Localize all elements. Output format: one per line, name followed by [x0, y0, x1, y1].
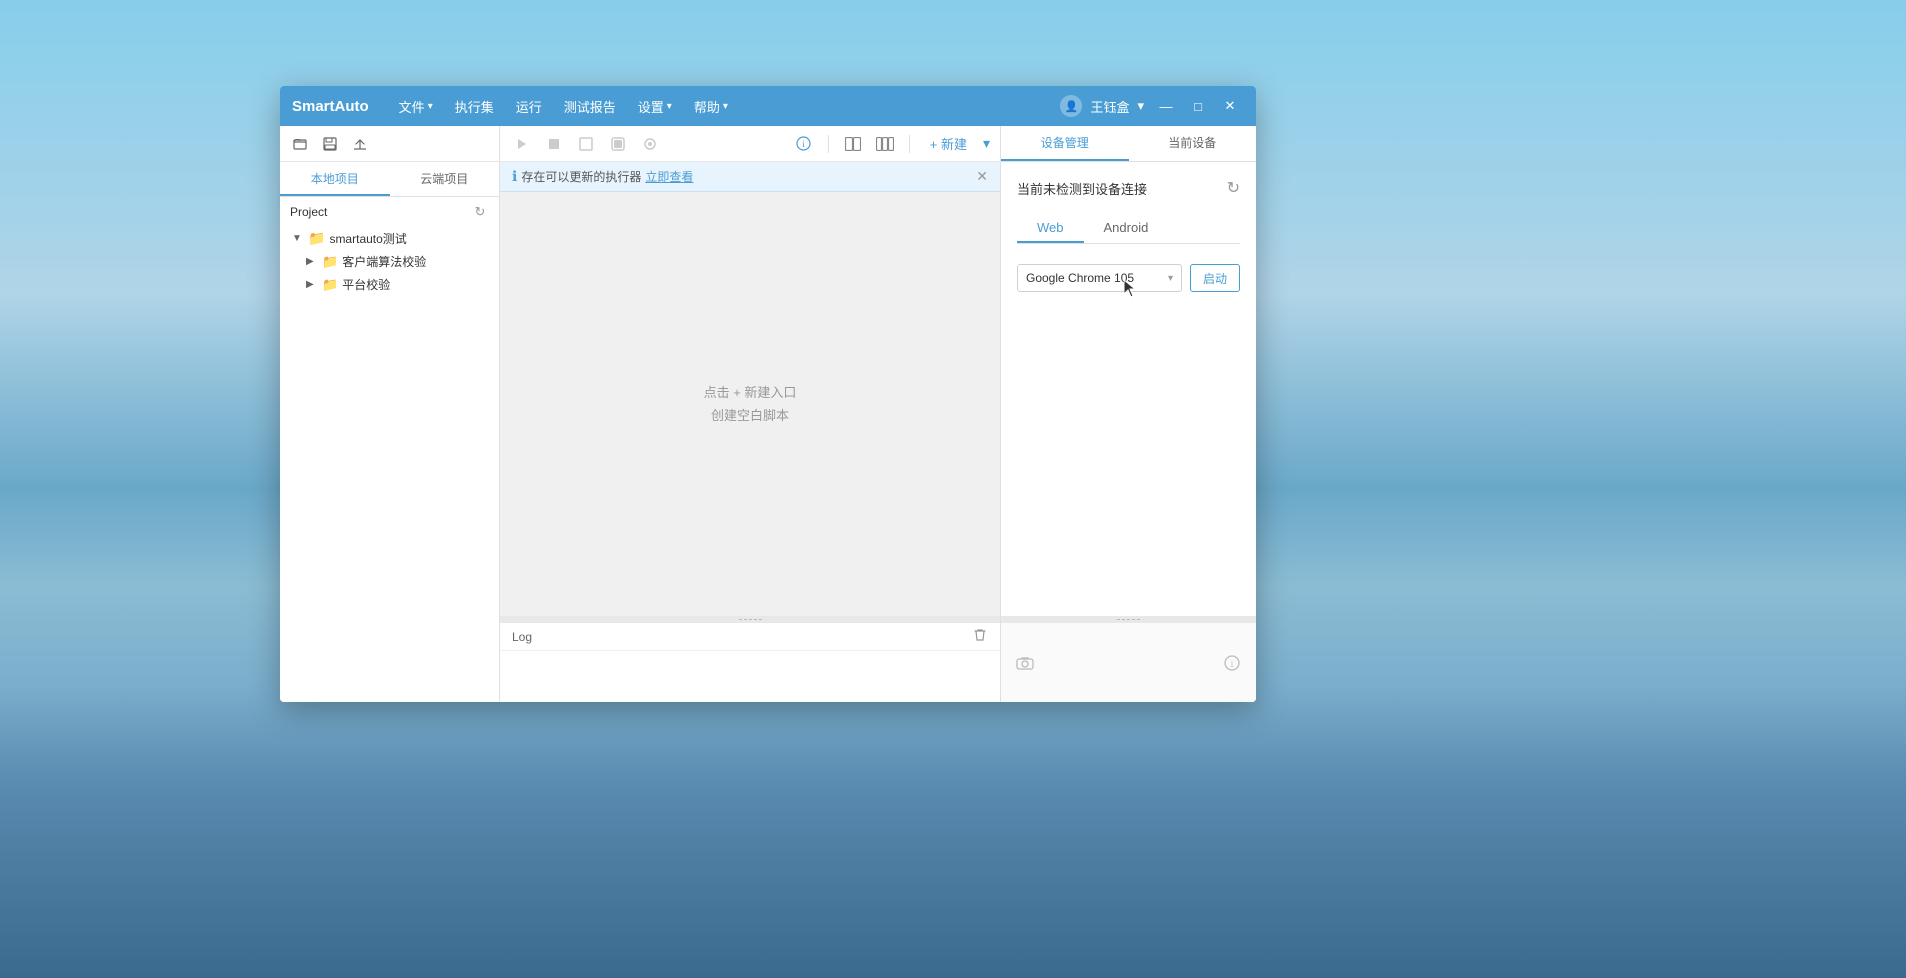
- menu-bar: 文件 ▾ 执行集 运行 测试报告 设置 ▾ 帮助 ▾: [389, 93, 1061, 120]
- stop-button[interactable]: [542, 132, 566, 156]
- project-label: Project: [290, 205, 327, 219]
- script-hint: 点击 + 新建入口 创建空白脚本: [704, 381, 797, 428]
- browser-select-value: Google Chrome 105: [1026, 271, 1134, 285]
- right-divider-handle: [1114, 619, 1144, 620]
- app-logo: SmartAuto: [292, 98, 369, 115]
- folder-icon-child2: 📁: [322, 277, 338, 293]
- export-button[interactable]: [348, 132, 372, 156]
- new-button[interactable]: + 新建: [922, 131, 975, 156]
- main-content: 本地项目 云端项目 Project ↻ ▼ 📁 smartauto测试 ▶ 📁 …: [280, 126, 1256, 702]
- svg-text:i: i: [1231, 659, 1234, 669]
- layout-2col-button[interactable]: [841, 132, 865, 156]
- step-button[interactable]: [574, 132, 598, 156]
- notification-text: 存在可以更新的执行器: [521, 168, 641, 185]
- tab-web[interactable]: Web: [1017, 214, 1084, 243]
- window-controls: — □ ✕: [1152, 92, 1244, 120]
- layout-3col-button[interactable]: [873, 132, 897, 156]
- select-dropdown-arrow: ▾: [1168, 273, 1173, 284]
- title-bar: SmartAuto 文件 ▾ 执行集 运行 测试报告 设置 ▾ 帮助 ▾: [280, 86, 1256, 126]
- right-panel-tabs: 设备管理 当前设备: [1001, 126, 1256, 162]
- save-button[interactable]: [318, 132, 342, 156]
- sidebar: 本地项目 云端项目 Project ↻ ▼ 📁 smartauto测试 ▶ 📁 …: [280, 126, 500, 702]
- menu-file[interactable]: 文件 ▾: [389, 93, 443, 120]
- device-refresh-button[interactable]: ↻: [1227, 178, 1240, 198]
- log-clear-button[interactable]: [972, 627, 988, 646]
- menu-settings[interactable]: 设置 ▾: [628, 93, 682, 120]
- device-status-row: 当前未检测到设备连接 ↻: [1017, 178, 1240, 198]
- expand-arrow-child1: ▶: [306, 256, 318, 267]
- tab-local-project[interactable]: 本地项目: [280, 162, 390, 196]
- tab-android[interactable]: Android: [1084, 214, 1169, 243]
- browser-select[interactable]: Google Chrome 105 ▾: [1017, 264, 1182, 292]
- user-arrow: ▾: [1137, 98, 1144, 114]
- refresh-button[interactable]: ↻: [471, 203, 489, 221]
- right-bottom-panel: i: [1001, 622, 1256, 702]
- project-header: Project ↻: [280, 197, 499, 227]
- device-info-button[interactable]: i: [1220, 651, 1244, 675]
- expand-arrow-root: ▼: [292, 233, 304, 244]
- close-button[interactable]: ✕: [1216, 92, 1244, 120]
- settings-button[interactable]: [638, 132, 662, 156]
- title-bar-right: 👤 王钰盒 ▾: [1060, 95, 1144, 117]
- screenshot-button[interactable]: [1013, 651, 1037, 675]
- tree-child1-label: 客户端算法校验: [342, 253, 426, 270]
- browser-row: Google Chrome 105 ▾ 启动: [1017, 264, 1240, 292]
- user-avatar: 👤: [1060, 95, 1082, 117]
- divider-handle: [735, 618, 765, 621]
- expand-arrow-child2: ▶: [306, 279, 318, 290]
- tree-child2-label: 平台校验: [342, 276, 390, 293]
- record-button[interactable]: [606, 132, 630, 156]
- user-name[interactable]: 王钰盒: [1090, 97, 1129, 116]
- start-button[interactable]: 启动: [1190, 264, 1240, 292]
- play-button[interactable]: [510, 132, 534, 156]
- menu-executeset[interactable]: 执行集: [445, 93, 504, 120]
- folder-icon-root: 📁: [308, 230, 325, 247]
- folder-icon-child1: 📁: [322, 254, 338, 270]
- sidebar-tabs: 本地项目 云端项目: [280, 162, 499, 197]
- toolbar-divider: [828, 135, 829, 153]
- tab-current-device[interactable]: 当前设备: [1129, 126, 1257, 161]
- new-dropdown-arrow[interactable]: ▾: [983, 135, 990, 152]
- log-label: Log: [512, 630, 532, 644]
- right-panel-content: 当前未检测到设备连接 ↻ Web Android Google Chrome 1…: [1001, 162, 1256, 616]
- menu-help[interactable]: 帮助 ▾: [684, 93, 738, 120]
- right-panel: 设备管理 当前设备 当前未检测到设备连接 ↻ Web Android Googl…: [1000, 126, 1256, 702]
- minimize-button[interactable]: —: [1152, 92, 1180, 120]
- toolbar-divider-2: [909, 135, 910, 153]
- maximize-button[interactable]: □: [1184, 92, 1212, 120]
- notification-bar: ℹ 存在可以更新的执行器 立即查看 ✕: [500, 162, 1000, 192]
- info-button[interactable]: i: [792, 132, 816, 156]
- menu-run[interactable]: 运行: [506, 93, 552, 120]
- tree-child-1[interactable]: ▶ 📁 客户端算法校验: [280, 250, 499, 273]
- log-header: Log: [500, 623, 1000, 651]
- menu-report[interactable]: 测试报告: [554, 93, 626, 120]
- tree-root[interactable]: ▼ 📁 smartauto测试: [280, 227, 499, 250]
- notification-close-button[interactable]: ✕: [976, 168, 988, 185]
- log-panel: Log: [500, 622, 1000, 702]
- script-area: 点击 + 新建入口 创建空白脚本: [500, 192, 1000, 616]
- tree-child-2[interactable]: ▶ 📁 平台校验: [280, 273, 499, 296]
- sidebar-toolbar: [280, 126, 499, 162]
- app-window: SmartAuto 文件 ▾ 执行集 运行 测试报告 设置 ▾ 帮助 ▾: [280, 86, 1256, 702]
- device-status-text: 当前未检测到设备连接: [1017, 179, 1147, 198]
- new-folder-button[interactable]: [288, 132, 312, 156]
- center-toolbar: i + 新建 ▾: [500, 126, 1000, 162]
- center-panel: i + 新建 ▾ ℹ 存在可以更新的执行器 立即查看 ✕: [500, 126, 1000, 702]
- tab-cloud-project[interactable]: 云端项目: [390, 162, 500, 196]
- file-tree: ▼ 📁 smartauto测试 ▶ 📁 客户端算法校验 ▶ 📁 平台校验: [280, 227, 499, 296]
- tab-device-management[interactable]: 设备管理: [1001, 126, 1129, 161]
- notification-icon: ℹ: [512, 168, 517, 185]
- notification-link[interactable]: 立即查看: [645, 168, 693, 185]
- svg-text:i: i: [802, 139, 805, 149]
- web-android-tabs: Web Android: [1017, 214, 1240, 244]
- tree-root-label: smartauto测试: [329, 230, 406, 247]
